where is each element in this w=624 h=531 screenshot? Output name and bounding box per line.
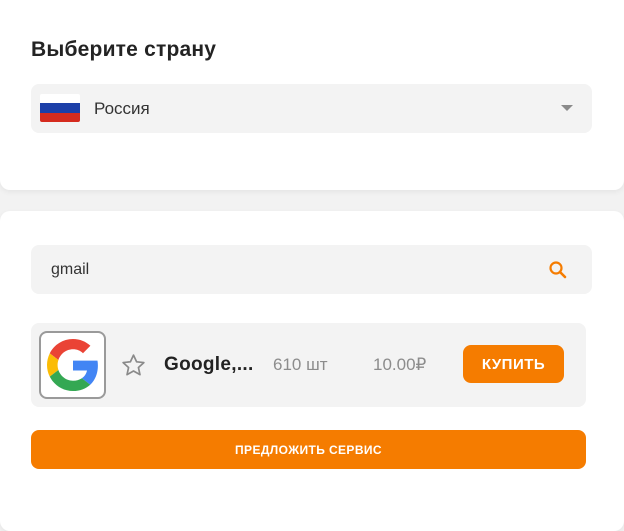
service-quantity: 610 шт xyxy=(273,355,328,374)
buy-button[interactable]: КУПИТЬ xyxy=(463,345,564,383)
services-card: Google,... 610 шт 10.00₽ КУПИТЬ ПРЕДЛОЖИ… xyxy=(0,211,624,531)
favorite-star-icon[interactable] xyxy=(120,352,147,379)
russia-flag-icon xyxy=(40,94,80,122)
flag-stripe-blue xyxy=(40,103,80,113)
service-name: Google,... xyxy=(164,354,254,375)
google-icon xyxy=(46,339,98,391)
suggest-service-button[interactable]: ПРЕДЛОЖИТЬ СЕРВИС xyxy=(31,430,586,469)
service-row: Google,... 610 шт 10.00₽ КУПИТЬ xyxy=(31,323,586,407)
search-icon[interactable] xyxy=(548,260,568,280)
flag-stripe-white xyxy=(40,94,80,104)
search-box xyxy=(31,245,592,294)
service-logo xyxy=(39,331,106,399)
selected-country: Россия xyxy=(94,99,150,118)
flag-stripe-red xyxy=(40,112,80,122)
country-section-title: Выберите страну xyxy=(31,38,217,61)
country-card: Выберите страну Россия xyxy=(0,0,624,190)
service-price: 10.00₽ xyxy=(373,355,427,374)
country-select[interactable]: Россия xyxy=(31,84,592,133)
search-input[interactable] xyxy=(51,245,531,294)
chevron-down-icon[interactable] xyxy=(561,105,573,111)
